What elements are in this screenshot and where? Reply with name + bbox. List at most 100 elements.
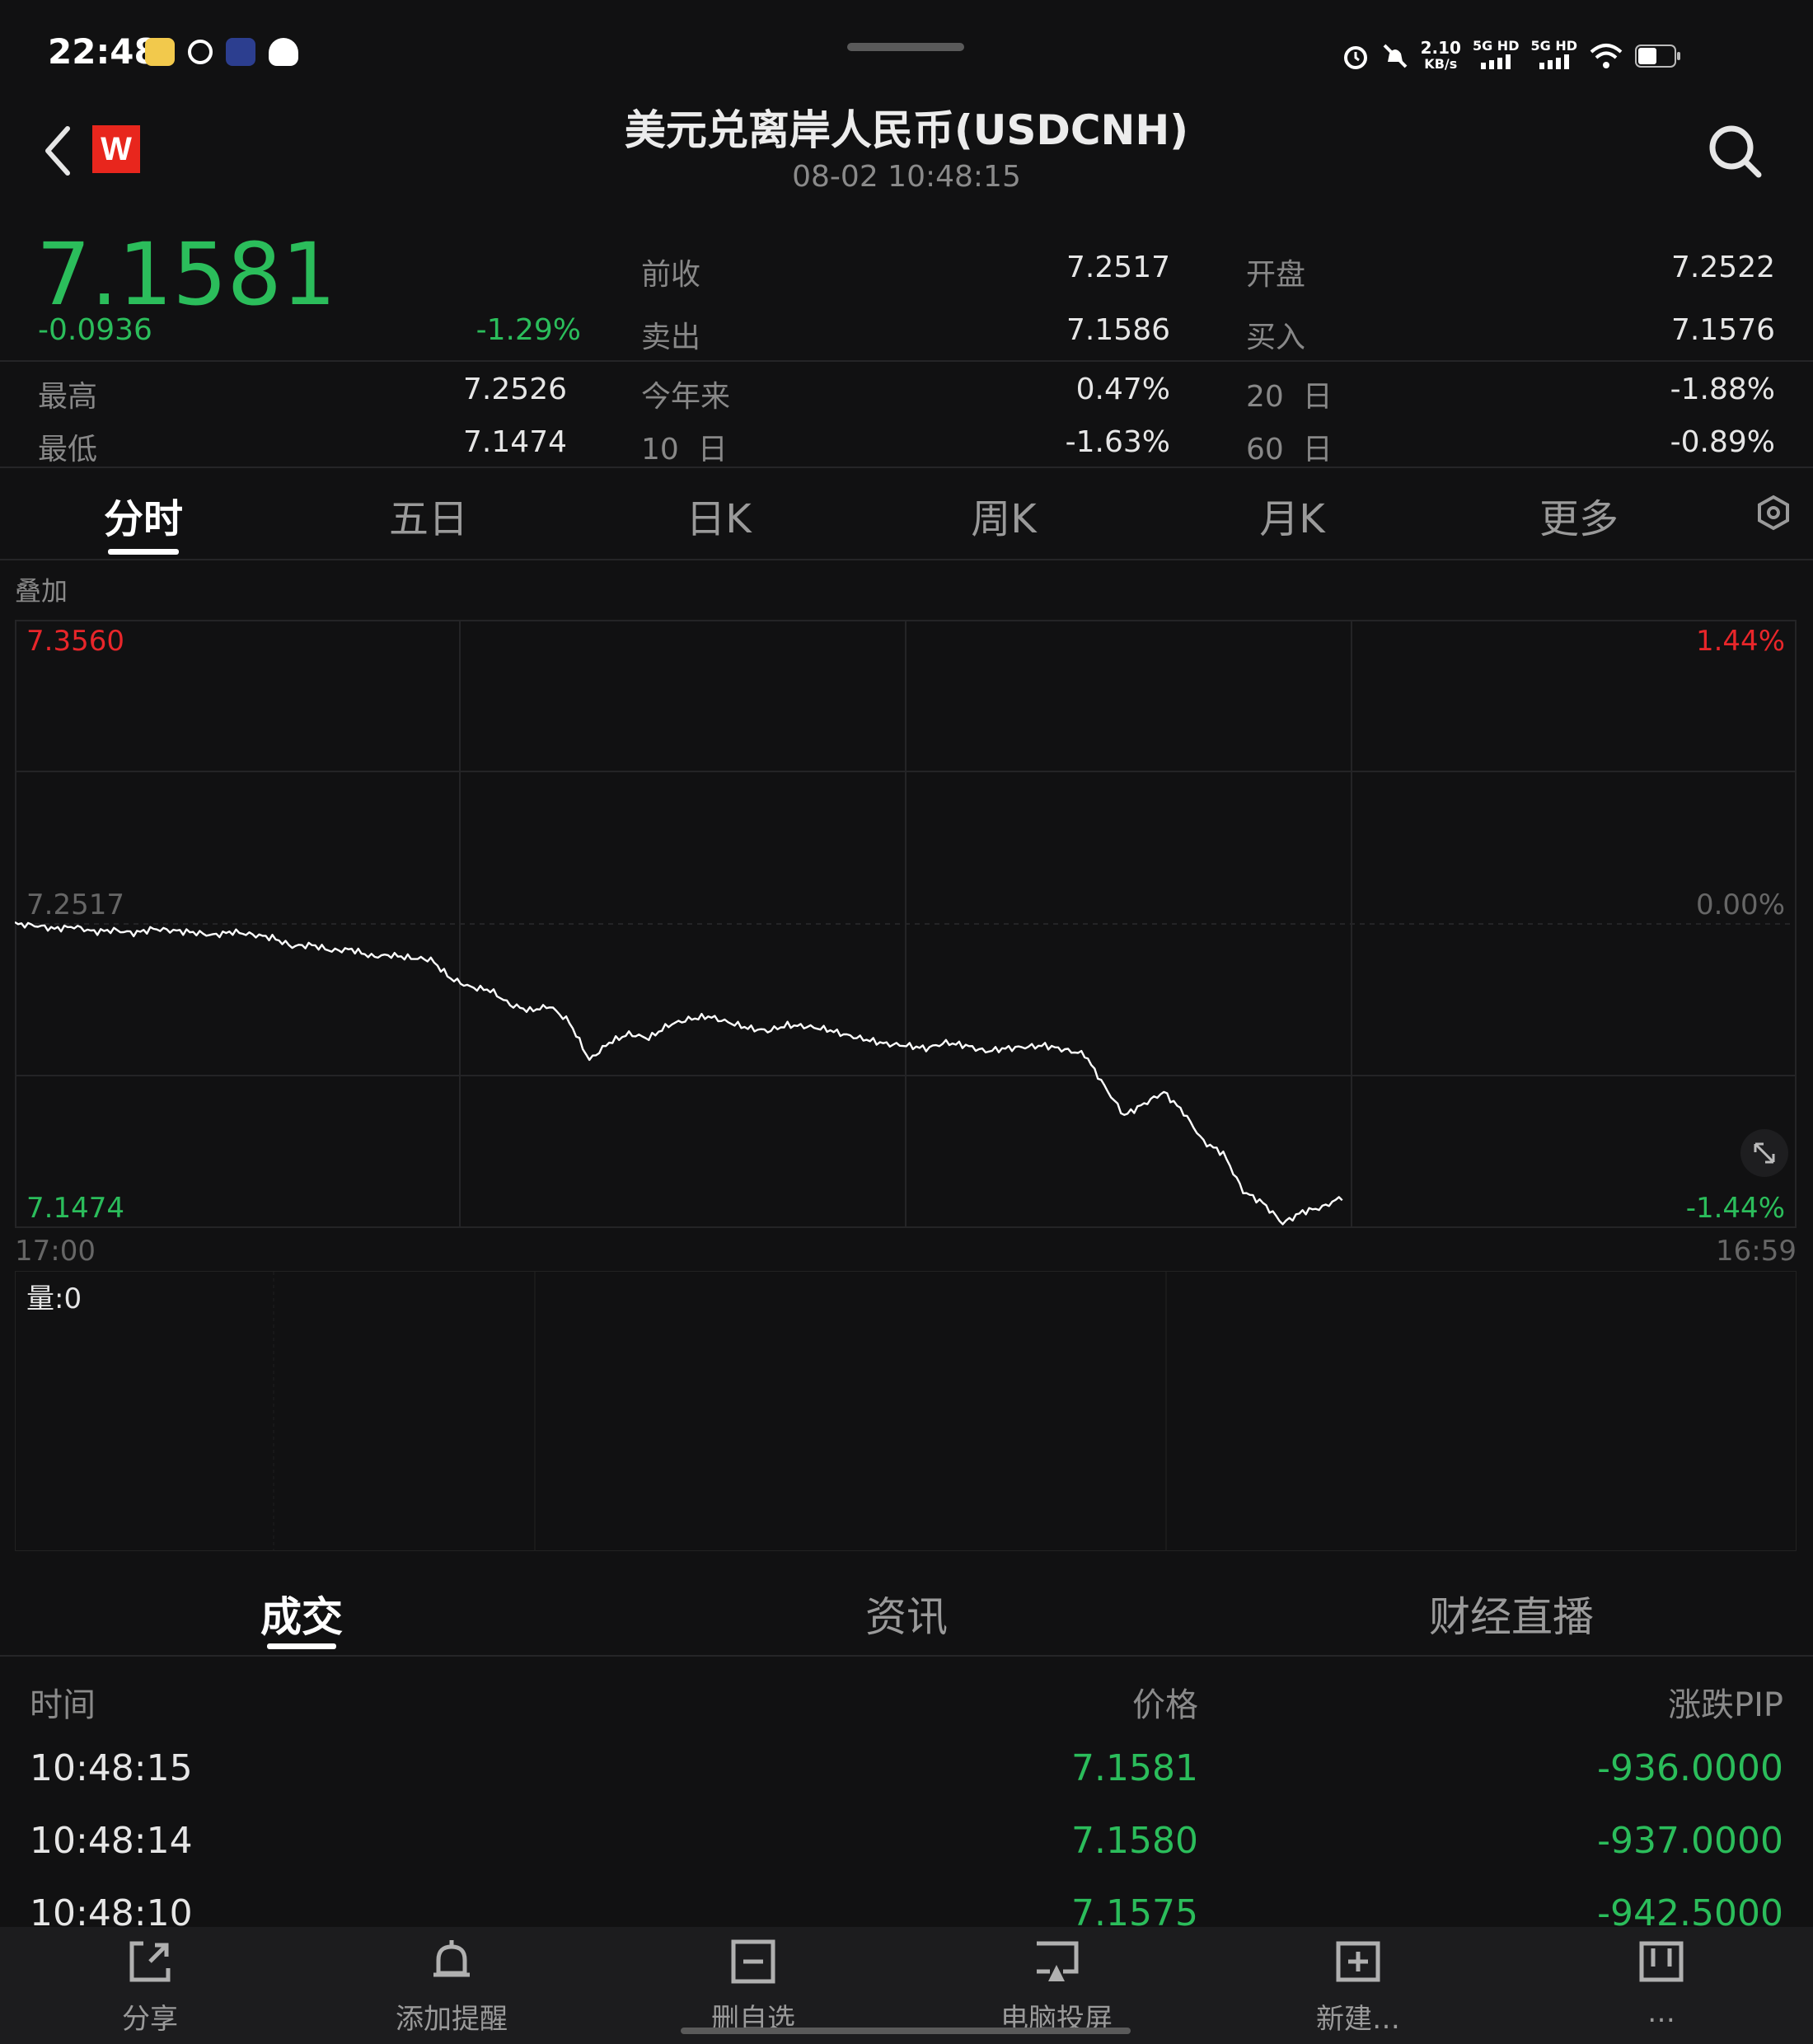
- drag-handle[interactable]: [847, 43, 964, 51]
- settings-icon[interactable]: [1755, 495, 1792, 531]
- ytd-value: 0.47%: [1075, 373, 1170, 406]
- trade-time: 10:48:15: [30, 1747, 193, 1789]
- wechat-icon: [188, 40, 213, 64]
- tab-monthly-k[interactable]: 月K: [1202, 486, 1383, 544]
- notification-icons: [145, 38, 298, 66]
- tab-trades[interactable]: 成交: [178, 1584, 425, 1643]
- prev-close-label: 前收: [641, 258, 701, 292]
- more-button[interactable]: …: [1571, 1937, 1752, 2029]
- bell-icon: [433, 1940, 470, 1977]
- trade-pip: -937.0000: [1597, 1820, 1783, 1862]
- x-axis-start: 17:00: [15, 1235, 96, 1268]
- share-button[interactable]: 分享: [59, 1937, 241, 2037]
- remove-watchlist-button[interactable]: 删自选: [663, 1937, 844, 2037]
- ask-label: 卖出: [641, 321, 701, 354]
- divider: [0, 466, 1813, 468]
- col-header-price: 价格: [1132, 1686, 1198, 1724]
- tab-five-day[interactable]: 五日: [338, 486, 519, 544]
- trade-pip: -936.0000: [1597, 1747, 1783, 1789]
- last-price: 7.1581: [36, 224, 336, 325]
- high-value: 7.2526: [463, 373, 567, 406]
- net-speed-unit: KB/s: [1424, 55, 1458, 72]
- price-change: -0.0936: [38, 313, 152, 347]
- tab-daily-k[interactable]: 日K: [628, 486, 809, 544]
- volume-panel: [15, 1271, 1797, 1551]
- trade-price: 7.1580: [1071, 1820, 1198, 1862]
- d20-unit: 日: [1302, 380, 1333, 414]
- d10-label: 10 日: [641, 425, 728, 468]
- share-icon: [129, 1941, 171, 1982]
- low-value: 7.1474: [463, 425, 567, 459]
- divider: [0, 360, 1813, 362]
- home-indicator[interactable]: [681, 2028, 1131, 2034]
- divider: [0, 1655, 1813, 1657]
- signal-icon: [1539, 54, 1569, 69]
- sim1-signal: 5G HD: [1472, 38, 1520, 73]
- intraday-chart: [15, 620, 1797, 1228]
- table-row: 10:48:14 7.1580 -937.0000: [0, 1820, 1813, 1878]
- open-value: 7.2522: [1671, 251, 1775, 284]
- volume-grid: [273, 1272, 1167, 1550]
- mute-icon: [1383, 44, 1408, 68]
- cloud-icon: [269, 38, 298, 66]
- new-item-icon: [1336, 1941, 1380, 1982]
- signal-icon: [1481, 54, 1511, 69]
- d10-number: 10: [641, 433, 679, 466]
- volume-label: 量:0: [26, 1282, 82, 1315]
- app-notification-icon: [145, 38, 175, 66]
- tab-active-indicator: [108, 549, 179, 555]
- wifi-icon: [1590, 43, 1623, 68]
- d10-unit: 日: [697, 433, 728, 466]
- tab-more[interactable]: 更多: [1488, 486, 1670, 544]
- high-label: 最高: [38, 380, 98, 414]
- bid-value: 7.1576: [1671, 313, 1775, 347]
- screen-cast-icon: [1037, 1941, 1079, 1981]
- price-change-pct: -1.29%: [476, 313, 581, 347]
- bottom-toolbar: [0, 1927, 1813, 2044]
- expand-icon: [1754, 1142, 1775, 1164]
- y-axis-bottom: 7.1474: [26, 1192, 124, 1225]
- tab-active-indicator: [267, 1643, 336, 1649]
- fullscreen-button[interactable]: [1740, 1129, 1788, 1177]
- overlay-button[interactable]: 叠加: [15, 570, 68, 608]
- trade-price: 7.1581: [1071, 1747, 1198, 1789]
- trade-time: 10:48:14: [30, 1820, 193, 1862]
- screen-cast-button[interactable]: 电脑投屏: [966, 1937, 1147, 2037]
- pct-axis-bottom: -1.44%: [1685, 1192, 1785, 1225]
- search-icon[interactable]: [1706, 122, 1764, 180]
- ask-value: 7.1586: [1066, 313, 1170, 347]
- sim1-label: 5G HD: [1472, 38, 1520, 54]
- d60-label: 60 日: [1246, 425, 1333, 468]
- prev-close-value: 7.2517: [1066, 251, 1170, 284]
- battery-icon: [1635, 44, 1680, 68]
- d60-value: -0.89%: [1670, 425, 1775, 459]
- d60-number: 60: [1246, 433, 1284, 466]
- status-indicators: 2.10 KB/s 5G HD 5G HD: [1342, 38, 1681, 73]
- alarm-icon: [1343, 45, 1367, 69]
- add-alert-label: 添加提醒: [396, 2003, 508, 2036]
- back-icon[interactable]: [41, 124, 74, 178]
- more-label: …: [1647, 1996, 1675, 2029]
- new-item-button[interactable]: 新建…: [1267, 1937, 1449, 2037]
- bid-label: 买入: [1246, 321, 1306, 354]
- net-speed-value: 2.10: [1420, 37, 1461, 58]
- app-logo: W: [92, 125, 140, 173]
- tab-news[interactable]: 资讯: [783, 1584, 1030, 1643]
- ytd-label: 今年来: [641, 380, 731, 414]
- tab-intraday[interactable]: 分时: [53, 486, 234, 544]
- tab-live[interactable]: 财经直播: [1388, 1584, 1635, 1643]
- pct-axis-top: 1.44%: [1695, 625, 1785, 658]
- y-axis-top: 7.3560: [26, 625, 124, 658]
- add-alert-button[interactable]: 添加提醒: [361, 1937, 542, 2037]
- new-item-label: 新建…: [1316, 2003, 1400, 2036]
- remove-watchlist-icon: [731, 1939, 775, 1984]
- d20-label: 20 日: [1246, 373, 1333, 415]
- sim2-label: 5G HD: [1530, 38, 1577, 54]
- price-series-line: [15, 921, 1343, 1226]
- sim2-signal: 5G HD: [1530, 38, 1577, 73]
- tab-weekly-k[interactable]: 周K: [913, 486, 1094, 544]
- divider: [0, 559, 1813, 560]
- d60-unit: 日: [1302, 433, 1333, 466]
- quote-timestamp: 08-02 10:48:15: [792, 160, 1021, 194]
- col-header-pip: 涨跌PIP: [1667, 1686, 1783, 1724]
